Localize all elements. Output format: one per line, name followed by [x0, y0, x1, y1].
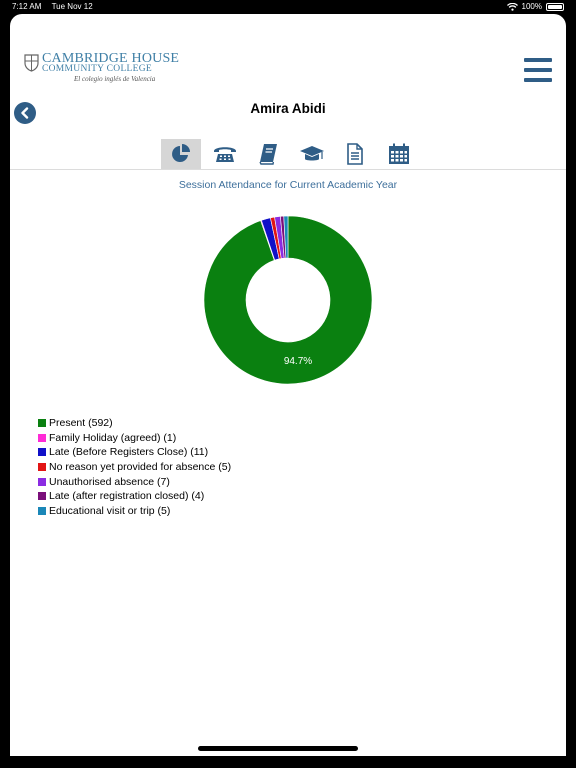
- tab-homework[interactable]: [248, 139, 288, 169]
- home-indicator: [198, 746, 358, 751]
- status-left: 7:12 AM Tue Nov 12: [12, 0, 93, 13]
- legend-label: Educational visit or trip (5): [49, 504, 171, 517]
- legend-label: Family Holiday (agreed) (1): [49, 431, 177, 444]
- pie-chart-icon: [172, 144, 190, 162]
- legend-label: Present (592): [49, 417, 113, 430]
- battery-icon: [546, 2, 564, 11]
- legend-item: No reason yet provided for absence (5): [38, 460, 231, 475]
- legend-item: Late (Before Registers Close) (11): [38, 445, 231, 460]
- hamburger-menu-icon[interactable]: [524, 58, 552, 84]
- legend-item: Educational visit or trip (5): [38, 504, 231, 519]
- legend-swatch: [38, 463, 46, 472]
- tab-reports[interactable]: [335, 139, 375, 169]
- student-name: Amira Abidi: [250, 101, 326, 116]
- tab-contacts[interactable]: [205, 139, 245, 169]
- legend-swatch: [38, 492, 46, 501]
- calendar-icon: [388, 143, 409, 164]
- shield-icon: [24, 54, 39, 72]
- tab-grades[interactable]: [292, 139, 332, 169]
- book-icon: [259, 144, 278, 165]
- legend-swatch: [38, 506, 46, 515]
- status-bar: 7:12 AM Tue Nov 12 100%: [0, 0, 576, 13]
- legend-label: Late (Before Registers Close) (11): [49, 446, 209, 459]
- wifi-icon: [506, 2, 518, 11]
- legend-item: Present (592): [38, 416, 231, 431]
- logo-line2: COMMUNITY COLLEGE: [42, 64, 153, 74]
- legend-swatch: [38, 477, 46, 486]
- status-date: Tue Nov 12: [51, 2, 93, 11]
- present-percent-label: 94.7%: [284, 356, 312, 367]
- tab-bar: [161, 139, 423, 169]
- battery-percent: 100%: [521, 2, 542, 11]
- tab-calendar[interactable]: [379, 139, 419, 169]
- school-logo: CAMBRIDGE HOUSE COMMUNITY COLLEGE El col…: [24, 51, 184, 86]
- document-icon: [347, 143, 364, 165]
- legend-swatch: [38, 433, 46, 442]
- logo-tagline: El colegio inglés de Valencia: [74, 75, 156, 83]
- legend-label: No reason yet provided for absence (5): [49, 461, 232, 474]
- legend-swatch: [38, 419, 46, 428]
- app-screen: CAMBRIDGE HOUSE COMMUNITY COLLEGE El col…: [10, 14, 566, 756]
- chart-title: Session Attendance for Current Academic …: [178, 179, 398, 191]
- chart-legend: Present (592) Family Holiday (agreed) (1)…: [38, 416, 231, 518]
- legend-swatch: [38, 448, 46, 457]
- graduation-cap-icon: [299, 146, 324, 161]
- status-right: 100%: [506, 0, 564, 13]
- legend-label: Unauthorised absence (7): [49, 475, 170, 488]
- tabs-divider: [10, 169, 566, 170]
- legend-item: Family Holiday (agreed) (1): [38, 431, 231, 446]
- tab-attendance[interactable]: [161, 139, 201, 169]
- status-time: 7:12 AM: [12, 2, 42, 11]
- legend-label: Late (after registration closed) (4): [49, 490, 205, 503]
- legend-item: Late (after registration closed) (4): [38, 489, 231, 504]
- legend-item: Unauthorised absence (7): [38, 474, 231, 489]
- attendance-donut-chart: 94.7%: [203, 215, 373, 385]
- telephone-icon: [213, 147, 236, 162]
